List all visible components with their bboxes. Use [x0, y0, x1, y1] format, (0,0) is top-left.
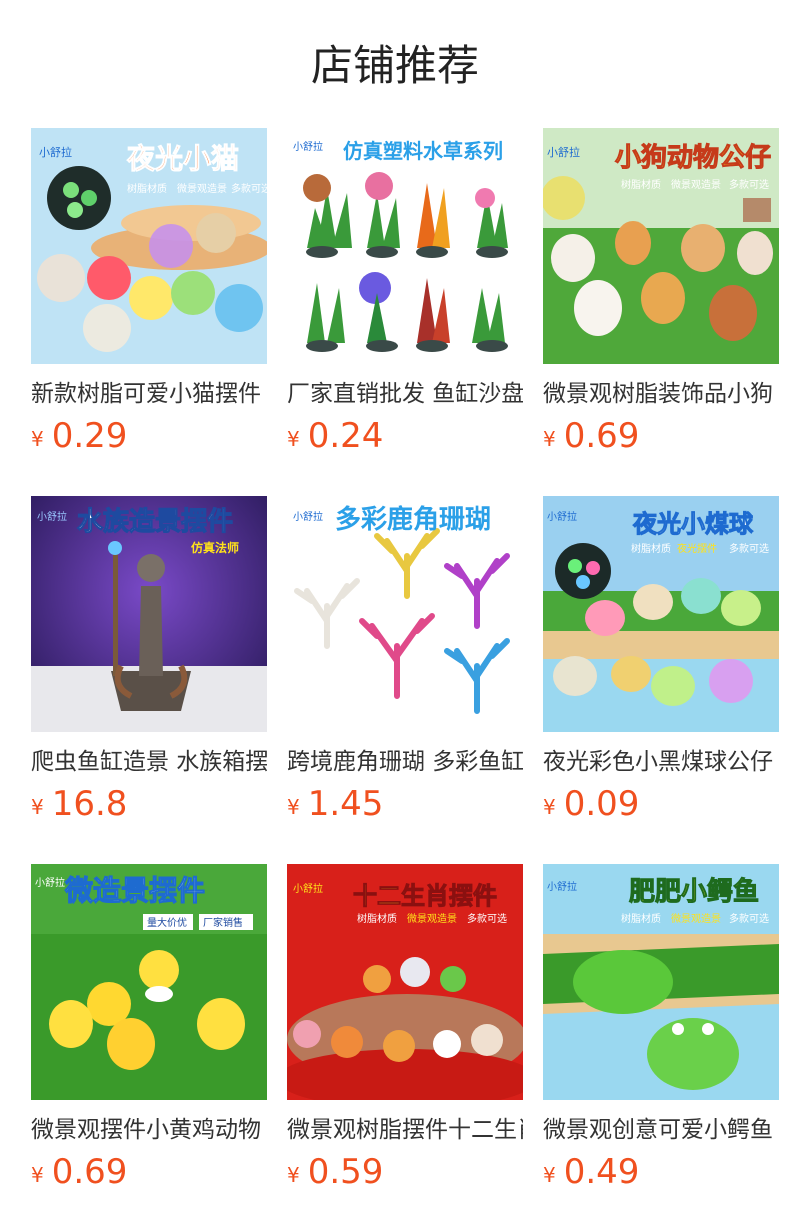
svg-text:树脂材质: 树脂材质 — [127, 182, 167, 195]
product-name[interactable]: 微景观树脂摆件十二生肖 — [287, 1114, 523, 1146]
svg-text:多款可选: 多款可选 — [231, 182, 267, 195]
svg-text:树脂材质: 树脂材质 — [621, 912, 661, 925]
svg-text:小舒拉: 小舒拉 — [293, 510, 323, 523]
svg-text:小舒拉: 小舒拉 — [35, 876, 65, 889]
product-price: ¥0.69 — [31, 1152, 128, 1192]
yellow-chick-figurines-image[interactable]: 微造景摆件 小舒拉 量大价优 厂家销售 — [31, 864, 267, 1100]
product-name[interactable]: 爬虫鱼缸造景 水族箱摆件 — [31, 746, 267, 778]
product-name[interactable]: 微景观创意可爱小鳄鱼 — [543, 1114, 779, 1146]
svg-text:肥肥小鳄鱼: 肥肥小鳄鱼 — [629, 877, 759, 907]
coral-ornaments-image[interactable]: 多彩鹿角珊瑚 小舒拉 — [287, 496, 523, 732]
product-price: ¥0.29 — [31, 416, 128, 456]
product-price: ¥0.49 — [543, 1152, 640, 1192]
product-card[interactable]: 多彩鹿角珊瑚 小舒拉 跨境鹿角珊瑚 多彩鱼缸 ¥1.45 — [287, 496, 523, 836]
svg-text:微景观造景: 微景观造景 — [407, 912, 457, 925]
zodiac-figurines-image[interactable]: 十二生肖摆件 小舒拉 树脂材质 微景观造景 多款可选 — [287, 864, 523, 1100]
svg-text:夜光摆件: 夜光摆件 — [677, 542, 717, 555]
product-name[interactable]: 厂家直销批发 鱼缸沙盘 — [287, 378, 523, 410]
svg-text:小舒拉: 小舒拉 — [547, 880, 577, 893]
svg-text:小舒拉: 小舒拉 — [37, 510, 67, 523]
product-price: ¥0.24 — [287, 416, 384, 456]
product-card[interactable]: 十二生肖摆件 小舒拉 树脂材质 微景观造景 多款可选 微景观树脂摆件十二生肖 ¥… — [287, 864, 523, 1204]
product-price: ¥16.8 — [31, 784, 128, 824]
svg-text:多款可选: 多款可选 — [729, 542, 769, 555]
svg-text:树脂材质: 树脂材质 — [631, 542, 671, 555]
product-name[interactable]: 新款树脂可爱小猫摆件 — [31, 378, 267, 410]
svg-text:十二生肖摆件: 十二生肖摆件 — [353, 882, 497, 910]
svg-text:水族造景摆件: 水族造景摆件 — [77, 506, 233, 537]
svg-text:小舒拉: 小舒拉 — [547, 510, 577, 523]
svg-text:微景观造景: 微景观造景 — [671, 178, 721, 191]
puppy-figurines-image[interactable]: 小狗动物公仔 小舒拉 树脂材质 微景观造景 多款可选 — [543, 128, 779, 364]
svg-text:微景观造景: 微景观造景 — [671, 912, 721, 925]
svg-text:树脂材质: 树脂材质 — [621, 178, 661, 191]
svg-text:多彩鹿角珊瑚: 多彩鹿角珊瑚 — [335, 504, 491, 535]
svg-text:仿真塑料水草系列: 仿真塑料水草系列 — [343, 139, 503, 163]
svg-text:仿真法师: 仿真法师 — [191, 540, 239, 555]
glow-cat-figurines-image[interactable]: 夜光小猫 小舒拉 树脂材质 微景观造景 多款可选 — [31, 128, 267, 364]
svg-text:小舒拉: 小舒拉 — [547, 145, 580, 159]
svg-text:微造景摆件: 微造景摆件 — [64, 874, 205, 907]
svg-text:微景观造景: 微景观造景 — [177, 182, 227, 195]
svg-text:小狗动物公仔: 小狗动物公仔 — [615, 142, 771, 173]
glow-soot-sprite-image[interactable]: 夜光小煤球 小舒拉 树脂材质 夜光摆件 多款可选 — [543, 496, 779, 732]
svg-text:量大价优: 量大价优 — [147, 916, 187, 929]
product-card[interactable]: 仿真塑料水草系列 小舒拉 厂家直销批发 鱼缸沙盘 ¥0.24 — [287, 128, 523, 468]
svg-text:小舒拉: 小舒拉 — [293, 140, 323, 153]
svg-text:夜光小猫: 夜光小猫 — [126, 142, 239, 175]
svg-text:厂家销售: 厂家销售 — [203, 916, 243, 929]
artificial-aquarium-plants-image[interactable]: 仿真塑料水草系列 小舒拉 — [287, 128, 523, 364]
product-card[interactable]: 小狗动物公仔 小舒拉 树脂材质 微景观造景 多款可选 微景观树脂装饰品小狗 ¥0… — [543, 128, 779, 468]
product-price: ¥0.59 — [287, 1152, 384, 1192]
product-card[interactable]: 夜光小煤球 小舒拉 树脂材质 夜光摆件 多款可选 夜光彩色小黑煤球公仔 ¥0.0… — [543, 496, 779, 836]
product-name[interactable]: 夜光彩色小黑煤球公仔 — [543, 746, 779, 778]
product-name[interactable]: 微景观摆件小黄鸡动物 — [31, 1114, 267, 1146]
product-card[interactable]: 夜光小猫 小舒拉 树脂材质 微景观造景 多款可选 新款树脂可爱小猫摆件 ¥0.2… — [31, 128, 267, 468]
product-price: ¥1.45 — [287, 784, 384, 824]
product-card[interactable]: 微造景摆件 小舒拉 量大价优 厂家销售 微景观摆件小黄鸡动物 ¥0.69 — [31, 864, 267, 1204]
product-card[interactable]: 肥肥小鳄鱼 小舒拉 树脂材质 微景观造景 多款可选 微景观创意可爱小鳄鱼 ¥0.… — [543, 864, 779, 1204]
svg-text:多款可选: 多款可选 — [467, 912, 507, 925]
svg-text:树脂材质: 树脂材质 — [357, 912, 397, 925]
svg-text:多款可选: 多款可选 — [729, 178, 769, 191]
page-title: 店铺推荐 — [310, 41, 479, 90]
svg-text:夜光小煤球: 夜光小煤球 — [632, 510, 754, 538]
product-name[interactable]: 跨境鹿角珊瑚 多彩鱼缸 — [287, 746, 523, 778]
product-name[interactable]: 微景观树脂装饰品小狗 — [543, 378, 779, 410]
product-price: ¥0.69 — [543, 416, 640, 456]
product-price: ¥0.09 — [543, 784, 640, 824]
svg-text:小舒拉: 小舒拉 — [39, 145, 72, 159]
svg-text:小舒拉: 小舒拉 — [293, 882, 323, 895]
crocodile-figurines-image[interactable]: 肥肥小鳄鱼 小舒拉 树脂材质 微景观造景 多款可选 — [543, 864, 779, 1100]
product-card[interactable]: 水族造景摆件 小舒拉 仿真法师 爬虫鱼缸造景 水族箱摆件 ¥16.8 — [31, 496, 267, 836]
wizard-statue-image[interactable]: 水族造景摆件 小舒拉 仿真法师 — [31, 496, 267, 732]
svg-text:多款可选: 多款可选 — [729, 912, 769, 925]
